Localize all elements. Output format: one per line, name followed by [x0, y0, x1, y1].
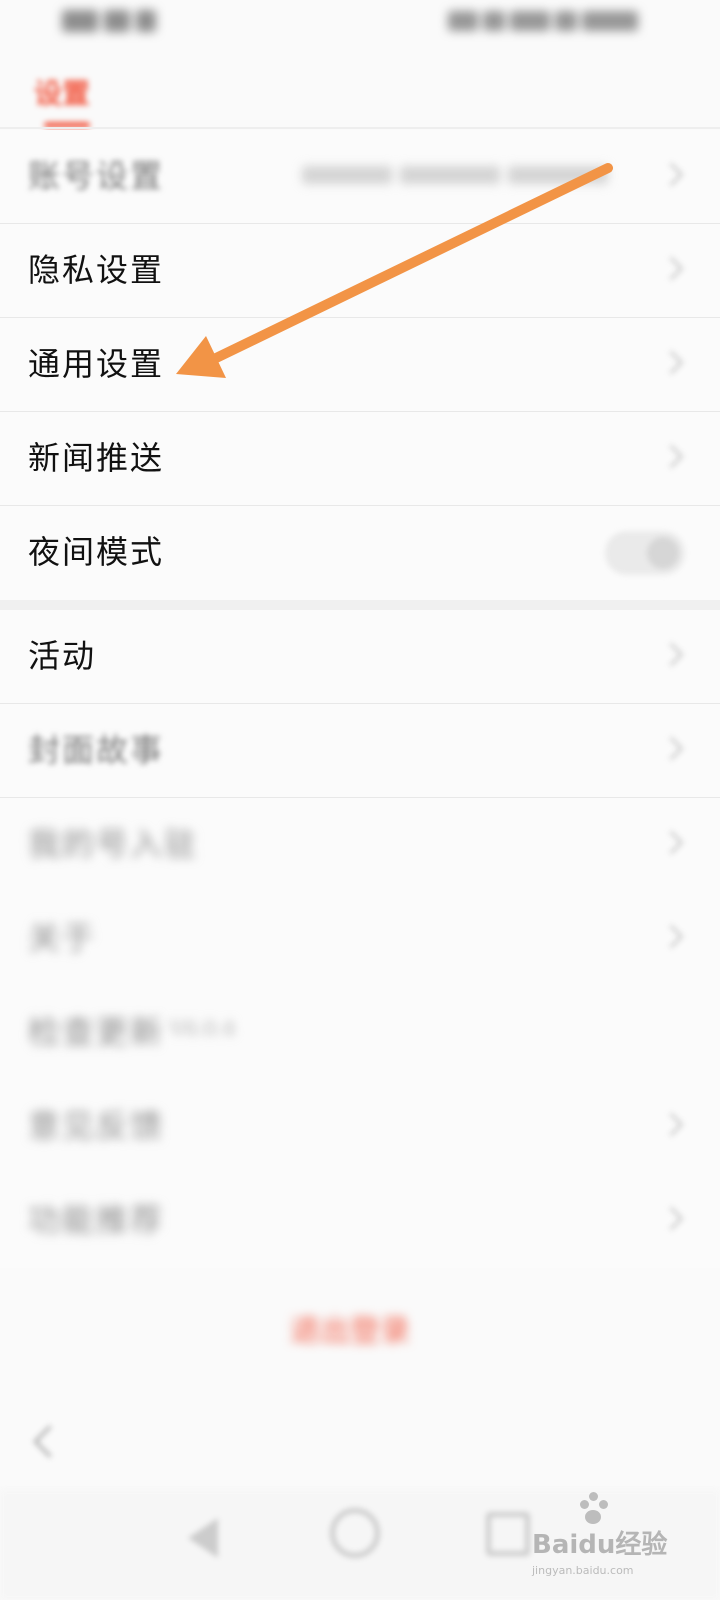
settings-row-account[interactable]: 账号设置	[0, 130, 720, 224]
header-divider	[0, 127, 720, 129]
chevron-right-icon	[659, 256, 684, 281]
night-mode-toggle[interactable]	[606, 532, 684, 574]
chevron-right-icon	[659, 642, 684, 667]
row-label: 封面故事	[28, 731, 165, 769]
settings-list: 账号设置 隐私设置 通用设置 新闻推送 夜间模式 活动 封面故事 我的号入驻 关…	[0, 130, 720, 1268]
row-label: 功能推荐	[28, 1201, 165, 1239]
row-label: 意见反馈	[28, 1107, 165, 1145]
back-icon[interactable]	[33, 1425, 66, 1458]
logout-button[interactable]: 退出登录	[290, 1306, 420, 1349]
settings-row-general[interactable]: 通用设置	[0, 318, 720, 412]
chevron-right-icon	[659, 1112, 684, 1137]
more-row-join[interactable]: 我的号入驻	[0, 798, 720, 892]
row-label: 检查更新	[28, 1013, 165, 1051]
settings-row-night-mode: 夜间模式	[0, 506, 720, 600]
more-row-recommend[interactable]: 功能推荐	[0, 1174, 720, 1268]
row-label: 通用设置	[28, 345, 165, 383]
status-left	[62, 10, 162, 36]
nav-recent-icon[interactable]	[486, 1512, 530, 1556]
toggle-knob	[647, 537, 679, 569]
row-label: 新闻推送	[28, 439, 165, 477]
paw-icon	[576, 1490, 612, 1526]
account-detail	[302, 166, 632, 188]
row-label: 账号设置	[28, 157, 165, 195]
nav-back-icon[interactable]	[188, 1518, 218, 1558]
status-bar	[0, 0, 720, 50]
nav-home-icon[interactable]	[330, 1508, 380, 1558]
more-row-activity[interactable]: 活动	[0, 610, 720, 704]
section-gap	[0, 600, 720, 610]
chevron-right-icon	[659, 1206, 684, 1231]
version-detail: V6.0.4	[170, 1016, 236, 1040]
more-row-feedback[interactable]: 意见反馈	[0, 1080, 720, 1174]
row-label: 活动	[28, 637, 97, 675]
chevron-right-icon	[659, 924, 684, 949]
settings-tab[interactable]: 设置	[34, 72, 90, 112]
settings-row-push[interactable]: 新闻推送	[0, 412, 720, 506]
chevron-right-icon	[659, 736, 684, 761]
watermark-url: jingyan.baidu.com	[532, 1564, 634, 1577]
row-label: 关于	[28, 919, 97, 957]
settings-row-privacy[interactable]: 隐私设置	[0, 224, 720, 318]
baidu-watermark: Baidu经验 jingyan.baidu.com	[532, 1490, 672, 1580]
status-right	[448, 10, 658, 36]
watermark-brand: Baidu经验	[532, 1530, 668, 1560]
header: 设置	[0, 50, 720, 130]
row-label: 隐私设置	[28, 251, 165, 289]
chevron-right-icon	[659, 830, 684, 855]
chevron-right-icon	[659, 162, 684, 187]
chevron-right-icon	[659, 444, 684, 469]
row-label: 夜间模式	[28, 533, 165, 571]
chevron-right-icon	[659, 350, 684, 375]
row-label: 我的号入驻	[28, 825, 199, 863]
more-row-about[interactable]: 关于	[0, 892, 720, 986]
more-row-cover-story[interactable]: 封面故事	[0, 704, 720, 798]
more-row-update[interactable]: 检查更新 V6.0.4	[0, 986, 720, 1080]
